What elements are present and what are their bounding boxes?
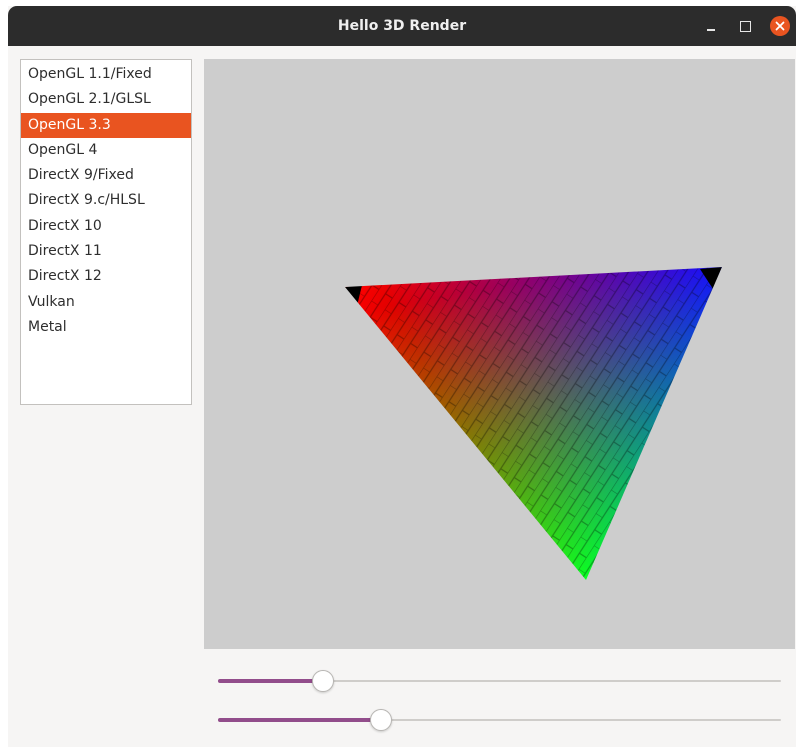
minimize-icon[interactable] <box>701 16 721 36</box>
renderer-list-item[interactable]: DirectX 10 <box>21 214 191 239</box>
renderer-list-item[interactable]: DirectX 9/Fixed <box>21 163 191 188</box>
renderer-list-item[interactable]: OpenGL 2.1/GLSL <box>21 87 191 112</box>
renderer-list[interactable]: OpenGL 1.1/Fixed OpenGL 2.1/GLSL OpenGL 3.… <box>20 59 192 405</box>
renderer-list-item[interactable]: OpenGL 3.3 <box>21 112 191 138</box>
slider-fill <box>218 718 382 722</box>
slider-1[interactable] <box>216 669 781 693</box>
rendered-triangle <box>345 267 722 580</box>
renderer-list-item[interactable]: DirectX 9.c/HLSL <box>21 188 191 213</box>
slider-thumb[interactable] <box>370 709 393 731</box>
renderer-list-item[interactable]: Vulkan <box>21 290 191 315</box>
renderer-list-item[interactable]: DirectX 11 <box>21 239 191 264</box>
renderer-list-item[interactable]: DirectX 12 <box>21 264 191 289</box>
slider-fill <box>218 679 323 683</box>
app-window: Hello 3D Render OpenGL 1.1/Fixed OpenGL 2… <box>8 6 796 747</box>
title-bar[interactable]: Hello 3D Render <box>8 6 796 46</box>
slider-thumb[interactable] <box>311 670 334 692</box>
renderer-list-item[interactable]: OpenGL 4 <box>21 138 191 163</box>
slider-2[interactable] <box>216 708 781 732</box>
window-title: Hello 3D Render <box>337 18 467 34</box>
renderer-list-item[interactable]: OpenGL 1.1/Fixed <box>21 62 191 87</box>
close-icon[interactable] <box>770 16 790 36</box>
maximize-icon[interactable] <box>735 16 755 36</box>
renderer-list-item[interactable]: Metal <box>21 315 191 340</box>
render-viewport[interactable] <box>204 59 795 649</box>
